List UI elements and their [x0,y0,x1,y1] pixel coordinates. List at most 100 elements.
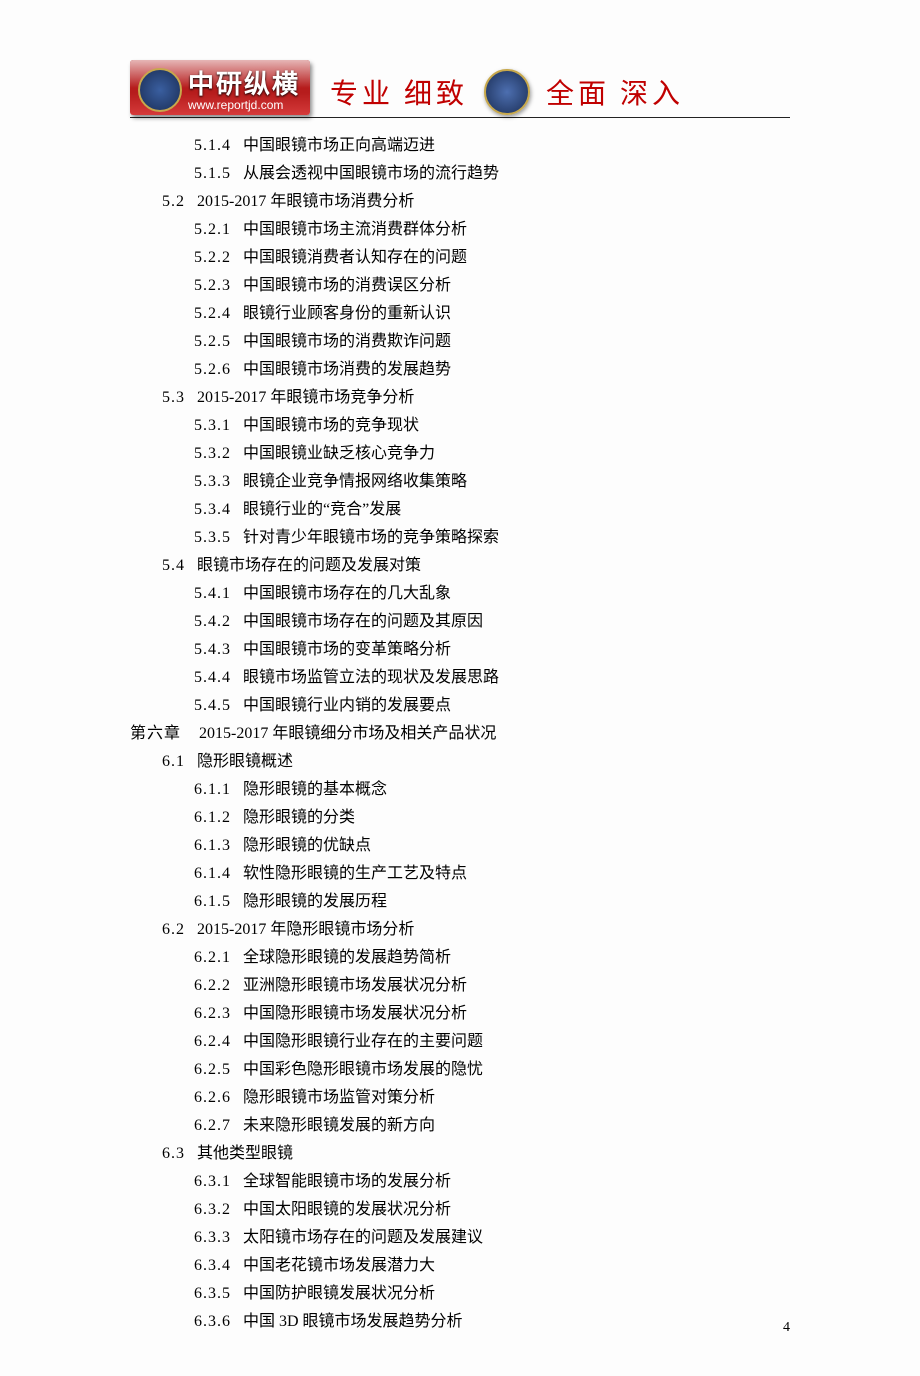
toc-entry-title: 隐形眼镜概述 [197,753,293,770]
toc-entry: 6.3.1 全球智能眼镜市场的发展分析 [194,1168,790,1196]
toc-entry-title: 软性隐形眼镜的生产工艺及特点 [243,865,467,882]
toc-entry-number: 5.3.1 [194,417,231,434]
slogan-word-4: 深入 [620,72,684,112]
toc-entry-title: 中国隐形眼镜市场发展状况分析 [243,1005,467,1022]
toc-entry: 6.3.2中国太阳眼镜的发展状况分析 [194,1196,790,1224]
toc-entry: 5.2.3 中国眼镜市场的消费误区分析 [194,272,790,300]
toc-entry-title: 针对青少年眼镜市场的竞争策略探索 [243,529,499,546]
toc-entry-number: 6.3.1 [194,1173,231,1190]
toc-entry-title: 2015-2017 年眼镜市场竞争分析 [197,389,414,406]
toc-entry: 5.3.3眼镜企业竞争情报网络收集策略 [194,468,790,496]
toc-entry-title: 太阳镜市场存在的问题及发展建议 [243,1229,483,1246]
toc-entry-number: 5.2.1 [194,221,231,238]
company-logo: 中研纵横 www.reportjd.com [130,60,310,115]
toc-entry-title: 其他类型眼镜 [197,1145,293,1162]
toc-entry: 6.1.4软性隐形眼镜的生产工艺及特点 [194,860,790,888]
toc-entry-title: 隐形眼镜的分类 [243,809,355,826]
page-header: 中研纵横 www.reportjd.com 专业 细致 全面 深入 [130,60,790,118]
table-of-contents: 5.1.4中国眼镜市场正向高端迈进5.1.5从展会透视中国眼镜市场的流行趋势5.… [130,132,790,1336]
logo-seal-icon [138,68,182,112]
toc-entry-number: 6.2.5 [194,1061,231,1078]
toc-entry-number: 5.2.2 [194,249,231,266]
toc-entry-number: 6.2 [162,921,185,938]
toc-entry: 6.1.2 隐形眼镜的分类 [194,804,790,832]
toc-entry: 6.2.4中国隐形眼镜行业存在的主要问题 [194,1028,790,1056]
toc-entry-title: 中国眼镜市场正向高端迈进 [243,137,435,154]
toc-entry: 6.2.3中国隐形眼镜市场发展状况分析 [194,1000,790,1028]
toc-entry: 5.3.4眼镜行业的“竞合”发展 [194,496,790,524]
toc-entry: 5.32015-2017 年眼镜市场竞争分析 [162,384,790,412]
toc-entry-number: 5.3.3 [194,473,231,490]
toc-entry-title: 中国眼镜消费者认知存在的问题 [243,249,467,266]
toc-entry-number: 5.2 [162,193,185,210]
slogan-word-1: 专业 [330,72,394,112]
toc-entry-number: 6.3.4 [194,1257,231,1274]
toc-entry: 5.2.1 中国眼镜市场主流消费群体分析 [194,216,790,244]
toc-entry-title: 眼镜市场存在的问题及发展对策 [197,557,421,574]
toc-entry-title: 中国眼镜市场存在的几大乱象 [243,585,451,602]
toc-entry-title: 眼镜行业的“竞合”发展 [243,501,401,518]
toc-entry-title: 中国眼镜市场消费的发展趋势 [243,361,451,378]
toc-entry: 6.3 其他类型眼镜 [162,1140,790,1168]
toc-entry-title: 亚洲隐形眼镜市场发展状况分析 [243,977,467,994]
toc-entry-number: 6.3 [162,1145,185,1162]
header-slogan: 专业 细致 全面 深入 [330,69,684,115]
toc-entry: 5.3.2 中国眼镜业缺乏核心竞争力 [194,440,790,468]
page-number: 4 [783,1320,790,1336]
toc-entry-title: 中国眼镜市场主流消费群体分析 [243,221,467,238]
toc-entry-number: 6.2.2 [194,977,231,994]
toc-entry-number: 5.2.5 [194,333,231,350]
toc-entry-number: 5.2.6 [194,361,231,378]
toc-entry-title: 全球隐形眼镜的发展趋势简析 [243,949,451,966]
toc-entry-title: 从展会透视中国眼镜市场的流行趋势 [243,165,499,182]
toc-entry: 6.1.1隐形眼镜的基本概念 [194,776,790,804]
toc-entry-number: 6.1.2 [194,809,231,826]
toc-entry-title: 隐形眼镜的发展历程 [243,893,387,910]
toc-entry-number: 6.1.1 [194,781,231,798]
toc-entry: 5.2.4眼镜行业顾客身份的重新认识 [194,300,790,328]
toc-entry: 6.2 2015-2017 年隐形眼镜市场分析 [162,916,790,944]
toc-entry-title: 中国防护眼镜发展状况分析 [243,1285,435,1302]
slogan-word-3: 全面 [546,72,610,112]
toc-entry-title: 中国彩色隐形眼镜市场发展的隐忧 [243,1061,483,1078]
toc-entry-number: 6.1.5 [194,893,231,910]
toc-entry-number: 5.2.3 [194,277,231,294]
toc-entry-title: 2015-2017 年眼镜市场消费分析 [197,193,414,210]
toc-entry-title: 全球智能眼镜市场的发展分析 [243,1173,451,1190]
toc-entry-number: 6.2.7 [194,1117,231,1134]
toc-entry-number: 6.3.3 [194,1229,231,1246]
toc-entry-number: 6.2.4 [194,1033,231,1050]
toc-entry: 6.1隐形眼镜概述 [162,748,790,776]
toc-entry: 6.3.6中国 3D 眼镜市场发展趋势分析 [194,1308,790,1336]
toc-entry-number: 6.2.1 [194,949,231,966]
toc-entry-number: 第六章 [130,725,181,742]
toc-entry: 5.4.3中国眼镜市场的变革策略分析 [194,636,790,664]
toc-entry: 第六章 2015-2017 年眼镜细分市场及相关产品状况 [130,720,790,748]
toc-entry-number: 5.3.2 [194,445,231,462]
toc-entry-title: 隐形眼镜的优缺点 [243,837,371,854]
toc-entry: 5.2.2 中国眼镜消费者认知存在的问题 [194,244,790,272]
toc-entry: 5.4.1 中国眼镜市场存在的几大乱象 [194,580,790,608]
toc-entry-number: 5.4 [162,557,185,574]
logo-main-text: 中研纵横 [188,64,300,101]
toc-entry-number: 6.1.3 [194,837,231,854]
toc-entry-title: 2015-2017 年眼镜细分市场及相关产品状况 [199,725,496,742]
toc-entry-title: 2015-2017 年隐形眼镜市场分析 [197,921,414,938]
toc-entry: 6.2.7 未来隐形眼镜发展的新方向 [194,1112,790,1140]
toc-entry: 5.2.5中国眼镜市场的消费欺诈问题 [194,328,790,356]
toc-entry-title: 中国眼镜市场的消费误区分析 [243,277,451,294]
toc-entry: 5.1.5从展会透视中国眼镜市场的流行趋势 [194,160,790,188]
toc-entry: 5.3.5 针对青少年眼镜市场的竞争策略探索 [194,524,790,552]
toc-entry: 5.4 眼镜市场存在的问题及发展对策 [162,552,790,580]
toc-entry-title: 中国 3D 眼镜市场发展趋势分析 [243,1313,463,1330]
logo-url-text: www.reportjd.com [188,98,283,112]
toc-entry-number: 5.4.5 [194,697,231,714]
toc-entry-number: 5.4.1 [194,585,231,602]
toc-entry: 6.3.5中国防护眼镜发展状况分析 [194,1280,790,1308]
slogan-word-2: 细致 [404,72,468,112]
toc-entry-title: 未来隐形眼镜发展的新方向 [243,1117,435,1134]
toc-entry-title: 中国眼镜业缺乏核心竞争力 [243,445,435,462]
toc-entry-number: 5.4.4 [194,669,231,686]
toc-entry-title: 隐形眼镜市场监管对策分析 [243,1089,435,1106]
toc-entry-number: 5.3.5 [194,529,231,546]
